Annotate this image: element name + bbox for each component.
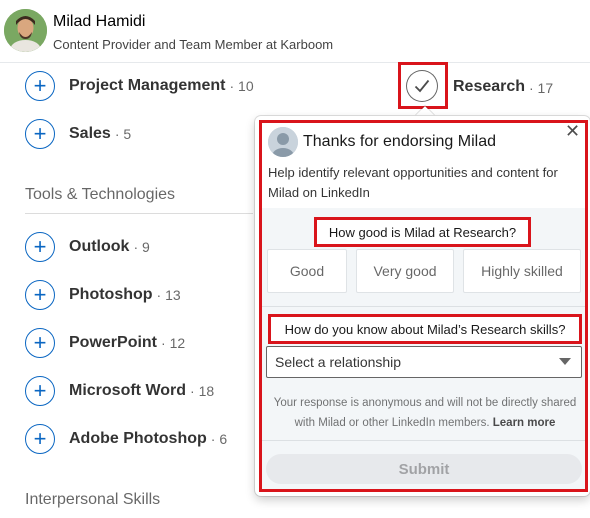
endorsed-checkmark-button[interactable] [406, 70, 438, 102]
skill-name[interactable]: Project Management [69, 77, 225, 95]
endorsement-count: · 10 [229, 78, 254, 94]
popover-description: Help identify relevant opportunities and… [268, 165, 558, 200]
skill-name[interactable]: Photoshop [69, 286, 153, 304]
endorsement-count: · 17 [529, 80, 554, 96]
section-divider [25, 213, 253, 214]
profile-header: Milad Hamidi Content Provider and Team M… [0, 0, 590, 63]
close-icon[interactable]: ✕ [565, 122, 580, 140]
endorsement-count: · 6 [210, 431, 228, 447]
endorsement-count: · 9 [133, 239, 150, 255]
profile-name[interactable]: Milad Hamidi [53, 13, 145, 31]
section-title-interpersonal: Interpersonal Skills [25, 491, 161, 508]
plus-icon[interactable]: + [25, 376, 55, 406]
skill-name[interactable]: Microsoft Word [69, 382, 186, 400]
learn-more-link[interactable]: Learn more [493, 417, 556, 429]
profile-avatar[interactable] [4, 9, 47, 52]
skill-name[interactable]: Outlook [69, 238, 129, 256]
rating-highly-skilled-button[interactable]: Highly skilled [463, 249, 581, 293]
question-relationship: How do you know about Milad’s Research s… [268, 314, 582, 344]
submit-button[interactable]: Submit [266, 454, 582, 484]
skill-row-outlook: + Outlook · 9 [25, 231, 150, 263]
skill-row-adobe-photoshop: + Adobe Photoshop · 6 [25, 423, 227, 455]
plus-icon[interactable]: + [25, 232, 55, 262]
skill-name-research[interactable]: Research [453, 78, 525, 96]
skill-row-powerpoint: + PowerPoint · 12 [25, 327, 185, 359]
section-divider [262, 440, 585, 441]
skill-name[interactable]: PowerPoint [69, 334, 157, 352]
skill-row-microsoft-word: + Microsoft Word · 18 [25, 375, 214, 407]
plus-icon[interactable]: + [25, 71, 55, 101]
popover-title: Thanks for endorsing Milad [303, 133, 496, 150]
profile-headline: Content Provider and Team Member at Karb… [53, 37, 334, 52]
section-divider [262, 306, 585, 307]
endorsement-count: · 12 [161, 335, 186, 351]
skill-row-photoshop: + Photoshop · 13 [25, 279, 181, 311]
skill-name[interactable]: Adobe Photoshop [69, 430, 207, 448]
skill-row-sales: + Sales · 5 [25, 118, 131, 150]
popover-avatar [268, 127, 298, 157]
rating-good-button[interactable]: Good [267, 249, 347, 293]
anonymous-notice: Your response is anonymous and will not … [266, 393, 584, 433]
checkmark-icon [414, 79, 430, 93]
skill-name[interactable]: Sales [69, 125, 111, 143]
relationship-select[interactable]: Select a relationship [266, 346, 582, 378]
chevron-down-icon [559, 358, 571, 365]
plus-icon[interactable]: + [25, 424, 55, 454]
endorsement-count: · 5 [114, 126, 132, 142]
section-title-tools: Tools & Technologies [25, 186, 176, 203]
plus-icon[interactable]: + [25, 328, 55, 358]
question-skill-level: How good is Milad at Research? [314, 217, 531, 247]
plus-icon[interactable]: + [25, 119, 55, 149]
endorsement-count: · 18 [190, 383, 215, 399]
rating-very-good-button[interactable]: Very good [356, 249, 454, 293]
skill-row-project-management: + Project Management · 10 [25, 70, 254, 102]
relationship-select-value: Select a relationship [275, 354, 402, 370]
endorsement-count: · 13 [156, 287, 181, 303]
plus-icon[interactable]: + [25, 280, 55, 310]
